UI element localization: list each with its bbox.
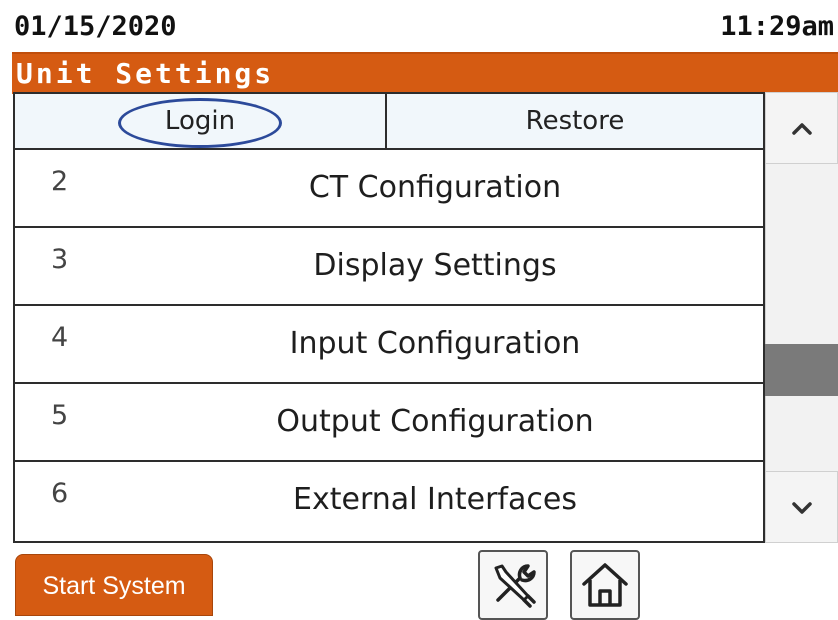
status-bar: 01/15/2020 11:29am (0, 0, 838, 48)
menu-item-number: 6 (51, 478, 69, 509)
header-row: Login Restore (15, 94, 763, 150)
status-date: 01/15/2020 (14, 11, 177, 42)
scroll-track[interactable] (765, 164, 838, 471)
page-title: Unit Settings (16, 57, 275, 90)
menu-item-label: External Interfaces (293, 482, 577, 517)
title-bar: Unit Settings (12, 52, 838, 94)
chevron-up-icon (792, 123, 812, 135)
menu-item-label: Input Configuration (289, 326, 581, 361)
menu-item-output-configuration[interactable]: 5 Output Configuration (15, 384, 763, 462)
menu-item-number: 3 (51, 244, 69, 275)
menu-item-input-configuration[interactable]: 4 Input Configuration (15, 306, 763, 384)
menu-item-number: 2 (51, 166, 69, 197)
home-icon (582, 563, 628, 607)
menu-item-number: 4 (51, 322, 69, 353)
tools-icon (494, 564, 536, 608)
menu-item-display-settings[interactable]: 3 Display Settings (15, 228, 763, 306)
menu-item-label: Display Settings (313, 248, 557, 283)
tools-button[interactable] (478, 550, 548, 620)
scroll-down-button[interactable] (765, 471, 838, 543)
menu-item-number: 5 (51, 400, 69, 431)
home-button[interactable] (570, 550, 640, 620)
bottom-bar: Start System (0, 548, 838, 620)
restore-button[interactable]: Restore (387, 94, 763, 148)
menu-item-label: Output Configuration (276, 404, 594, 439)
menu-item-label: CT Configuration (308, 170, 562, 205)
settings-list: Login Restore 2 CT Configuration 3 Displ… (13, 92, 765, 543)
scroll-thumb[interactable] (765, 344, 838, 396)
scrollbar[interactable] (765, 92, 838, 543)
start-system-button[interactable]: Start System (15, 554, 213, 616)
menu-item-external-interfaces[interactable]: 6 External Interfaces (15, 462, 763, 541)
status-time: 11:29am (720, 11, 834, 42)
login-button[interactable]: Login (15, 94, 387, 148)
menu-item-ct-configuration[interactable]: 2 CT Configuration (15, 150, 763, 228)
chevron-down-icon (792, 502, 812, 514)
scroll-up-button[interactable] (765, 92, 838, 164)
